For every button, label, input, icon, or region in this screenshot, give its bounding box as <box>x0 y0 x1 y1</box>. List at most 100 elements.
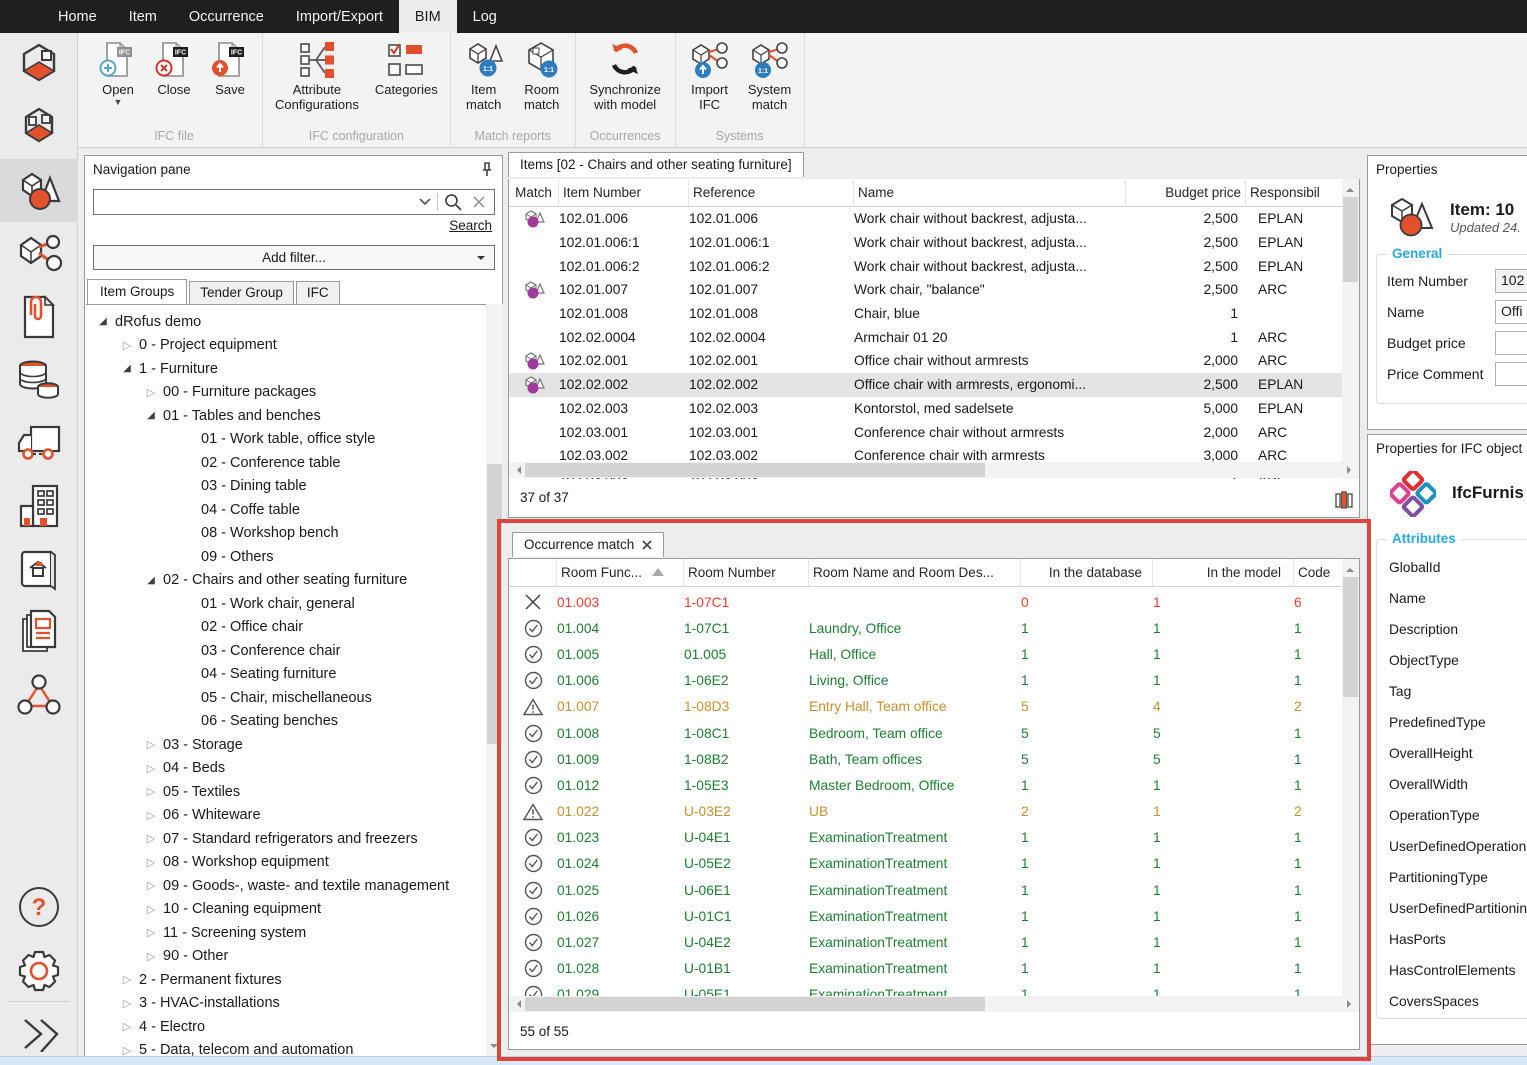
attribute-row[interactable]: Description <box>1377 614 1527 645</box>
tree-scrollbar[interactable] <box>486 304 503 1057</box>
occurrence-vertical-scrollbar[interactable] <box>1342 559 1359 1012</box>
tree-item[interactable]: 08 - Workshop equipment <box>86 851 486 875</box>
table-row[interactable]: 102.01.006 102.01.006 Work chair without… <box>509 207 1359 231</box>
attribute-row[interactable]: CoversSpaces <box>1377 986 1527 1017</box>
occurrence-horizontal-scrollbar[interactable] <box>509 996 1359 1012</box>
field-input[interactable]: 102 <box>1495 269 1527 293</box>
table-row[interactable]: 102.02.003 102.02.003 Kontorstol, med sa… <box>509 397 1359 421</box>
system-match-button[interactable]: 1:1 System match <box>740 33 800 114</box>
field-input[interactable]: Offi <box>1495 300 1527 324</box>
column-header-status[interactable] <box>509 559 557 586</box>
column-header-room-number[interactable]: Room Number <box>684 559 809 586</box>
tree-item[interactable]: 05 - Textiles <box>86 780 486 804</box>
tree-item[interactable]: 02 - Conference table <box>86 451 486 475</box>
column-header-responsible[interactable]: Responsibil <box>1246 179 1336 206</box>
tree-expander-icon[interactable] <box>144 903 158 916</box>
tree-expander-icon[interactable] <box>120 973 134 986</box>
table-row[interactable]: 102.02.002 102.02.002 Office chair with … <box>509 373 1359 397</box>
table-row[interactable]: 01.006 1-06E2 Living, Office 1 1 1 <box>509 668 1359 694</box>
chevron-down-icon[interactable] <box>419 198 431 206</box>
column-header-budget-price[interactable]: Budget price <box>1126 179 1246 206</box>
attribute-configurations-button[interactable]: Attribute Configurations <box>267 33 367 114</box>
table-row[interactable]: 01.028 U-01B1 ExaminationTreatment 1 1 1 <box>509 956 1359 982</box>
tree-item[interactable]: 00 - Furniture packages <box>86 381 486 405</box>
tree-expander-icon[interactable] <box>120 339 134 352</box>
tree-expander-icon[interactable] <box>120 363 134 374</box>
tree-expander-icon[interactable] <box>144 762 158 775</box>
tree-item[interactable]: 08 - Workshop bench <box>86 522 486 546</box>
sidebar-item-systems[interactable] <box>0 222 78 285</box>
table-row[interactable]: 01.003 1-07C1 0 1 6 <box>509 589 1359 615</box>
table-row[interactable]: 01.009 1-08B2 Bath, Team offices 5 5 1 <box>509 746 1359 772</box>
table-row[interactable]: 102.02.0004 102.02.0004 Armchair 01 20 1… <box>509 325 1359 349</box>
tree-item[interactable]: 02 - Office chair <box>86 616 486 640</box>
tree-item[interactable]: 4 - Electro <box>86 1015 486 1039</box>
table-row[interactable]: 01.027 U-04E2 ExaminationTreatment 1 1 1 <box>509 929 1359 955</box>
tree-expander-icon[interactable] <box>144 950 158 963</box>
tree-item[interactable]: 3 - HVAC-installations <box>86 992 486 1016</box>
navigation-tab[interactable]: IFC <box>296 281 340 304</box>
tree-item[interactable]: 03 - Dining table <box>86 475 486 499</box>
close-ifc-button[interactable]: IFC Close <box>146 33 202 100</box>
pin-icon[interactable] <box>480 162 494 178</box>
navigation-tab[interactable]: Item Groups <box>87 279 187 305</box>
attribute-row[interactable]: ObjectType <box>1377 645 1527 676</box>
close-tab-icon[interactable] <box>642 540 652 550</box>
tree-item[interactable]: 2 - Permanent fixtures <box>86 968 486 992</box>
tree-item[interactable]: 01 - Tables and benches <box>86 404 486 428</box>
table-row[interactable]: 01.025 U-06E1 ExaminationTreatment 1 1 1 <box>509 877 1359 903</box>
table-row[interactable]: 01.026 U-01C1 ExaminationTreatment 1 1 1 <box>509 903 1359 929</box>
tree-item[interactable]: 03 - Conference chair <box>86 639 486 663</box>
menu-item[interactable]: BIM <box>399 0 457 33</box>
tree-item[interactable]: 02 - Chairs and other seating furniture <box>86 569 486 593</box>
tree-expander-icon[interactable] <box>144 926 158 939</box>
column-header-in-model[interactable]: In the model <box>1153 559 1294 586</box>
menu-item[interactable]: Home <box>42 0 113 33</box>
table-row[interactable]: 102.03.001 102.03.001 Conference chair w… <box>509 420 1359 444</box>
clear-search-icon[interactable] <box>472 195 486 209</box>
attribute-row[interactable]: HasControlElements <box>1377 955 1527 986</box>
open-ifc-button[interactable]: IFC Open ▼ <box>90 33 146 108</box>
import-ifc-button[interactable]: Import IFC <box>680 33 740 114</box>
tree-item[interactable]: 04 - Seating furniture <box>86 663 486 687</box>
tree-expander-icon[interactable] <box>120 1044 134 1056</box>
occurrence-match-tab[interactable]: Occurrence match <box>512 532 664 557</box>
sidebar-item-network[interactable] <box>0 663 78 726</box>
tree-expander-icon[interactable] <box>144 386 158 399</box>
navigation-tab[interactable]: Tender Group <box>189 281 294 304</box>
attribute-row[interactable]: Name <box>1377 583 1527 614</box>
room-match-button[interactable]: 1:1 Room match <box>513 33 571 114</box>
tree-item[interactable]: 90 - Other <box>86 945 486 969</box>
tree-item[interactable]: 06 - Whiteware <box>86 804 486 828</box>
sidebar-item-documents[interactable] <box>0 285 78 348</box>
add-filter-dropdown[interactable]: Add filter... <box>93 245 495 270</box>
column-header-item-number[interactable]: Item Number <box>559 179 689 206</box>
attribute-row[interactable]: HasPorts <box>1377 924 1527 955</box>
menu-item[interactable]: Log <box>457 0 513 33</box>
sidebar-item-items[interactable] <box>0 159 78 222</box>
sidebar-item-manual[interactable] <box>0 537 78 600</box>
sidebar-item-room-data[interactable] <box>0 96 78 159</box>
attribute-row[interactable]: OverallHeight <box>1377 738 1527 769</box>
tree-item[interactable]: 01 - Work chair, general <box>86 592 486 616</box>
item-match-button[interactable]: 1:1 Item match <box>455 33 513 114</box>
tree-item[interactable]: 0 - Project equipment <box>86 334 486 358</box>
column-header-match[interactable]: Match <box>509 179 559 206</box>
tree-expander-icon[interactable] <box>120 1020 134 1033</box>
items-tab[interactable]: Items [02 - Chairs and other seating fur… <box>508 152 804 177</box>
tree-expander-icon[interactable] <box>144 785 158 798</box>
attribute-row[interactable]: UserDefinedPartitionin <box>1377 893 1527 924</box>
tree-item[interactable]: dRofus demo <box>86 310 486 334</box>
table-row[interactable]: 01.012 1-05E3 Master Bedroom, Office 1 1… <box>509 772 1359 798</box>
sidebar-item-reports[interactable] <box>0 600 78 663</box>
sidebar-item-logistics[interactable] <box>0 411 78 474</box>
tree-item[interactable]: 04 - Beds <box>86 757 486 781</box>
tree-item[interactable]: 09 - Others <box>86 545 486 569</box>
items-vertical-scrollbar[interactable] <box>1342 179 1359 479</box>
attribute-row[interactable]: GlobalId <box>1377 552 1527 583</box>
categories-button[interactable]: Categories <box>367 33 446 100</box>
table-row[interactable]: 102.01.006:1 102.01.006:1 Work chair wit… <box>509 231 1359 255</box>
column-header-reference[interactable]: Reference <box>689 179 854 206</box>
table-row[interactable]: 102.01.006:2 102.01.006:2 Work chair wit… <box>509 254 1359 278</box>
tree-expander-icon[interactable] <box>144 809 158 822</box>
